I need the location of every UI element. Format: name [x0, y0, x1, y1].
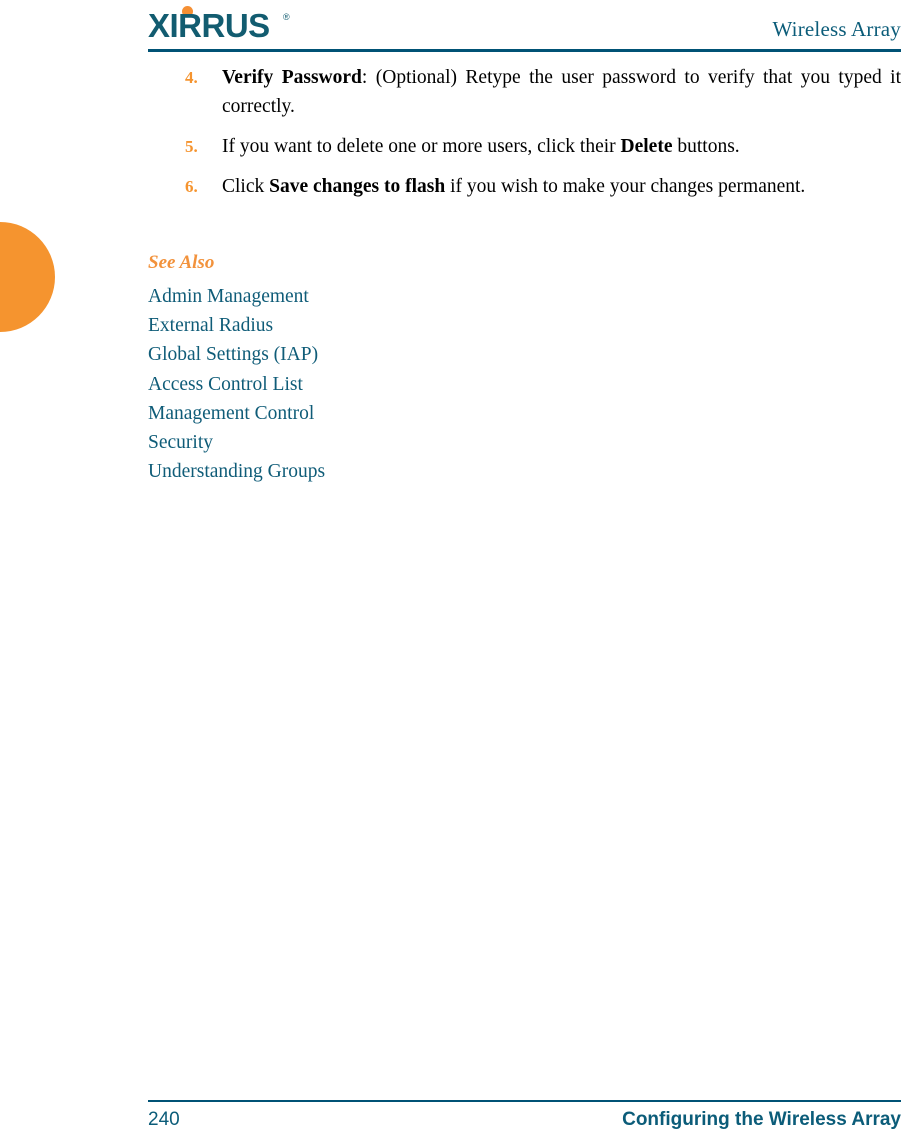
list-item: 5. If you want to delete one or more use… [148, 132, 901, 161]
step-bold-term: Save changes to flash [269, 176, 446, 197]
step-number: 5. [185, 137, 198, 156]
list-item: 4. Verify Password: (Optional) Retype th… [148, 63, 901, 121]
list-item: 6. Click Save changes to flash if you wi… [148, 172, 901, 201]
header-title: Wireless Array [772, 17, 901, 41]
see-also-link-security[interactable]: Security [148, 428, 548, 457]
step-number: 6. [185, 177, 198, 196]
step-bold-term: Delete [620, 136, 673, 157]
step-number: 4. [185, 68, 198, 87]
see-also-link-access-control-list[interactable]: Access Control List [148, 370, 548, 399]
step-text-before: If you want to delete one or more users,… [222, 136, 621, 157]
see-also-link-understanding-groups[interactable]: Understanding Groups [148, 457, 548, 486]
step-list: 4. Verify Password: (Optional) Retype th… [148, 63, 901, 201]
page-number: 240 [148, 1109, 180, 1130]
see-also-section: See Also Admin Management External Radiu… [148, 251, 548, 486]
see-also-heading: See Also [148, 252, 215, 273]
see-also-link-admin-management[interactable]: Admin Management [148, 282, 548, 311]
header-divider [148, 49, 901, 52]
page-header: XIRRUS ® Wireless Array [148, 0, 901, 52]
see-also-link-management-control[interactable]: Management Control [148, 399, 548, 428]
page-footer: 240 Configuring the Wireless Array [148, 1107, 901, 1135]
xirrus-logo: XIRRUS ® [148, 6, 318, 44]
orange-side-tab-icon [0, 222, 55, 332]
step-text-after: buttons. [672, 136, 740, 157]
step-text-before: Click [222, 176, 270, 197]
see-also-link-external-radius[interactable]: External Radius [148, 311, 548, 340]
step-text-after: if you wish to make your changes permane… [445, 176, 806, 197]
step-bold-lead: Verify Password [222, 67, 362, 88]
footer-section-title: Configuring the Wireless Array [622, 1109, 901, 1130]
see-also-link-list: Admin Management External Radius Global … [148, 282, 548, 486]
registered-trademark-icon: ® [283, 12, 290, 22]
logo-wordmark: XIRRUS [148, 7, 270, 44]
footer-divider [148, 1100, 901, 1102]
see-also-link-global-settings-iap[interactable]: Global Settings (IAP) [148, 340, 548, 369]
